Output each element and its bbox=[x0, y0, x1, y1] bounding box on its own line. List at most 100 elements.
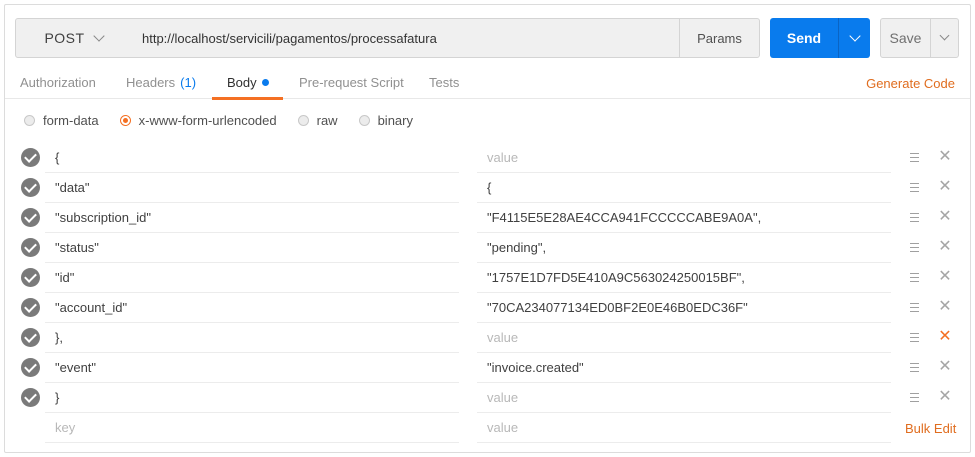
radio-circle-icon bbox=[24, 114, 35, 126]
key-text: "event" bbox=[55, 360, 97, 375]
url-text: http://localhost/servicili/pagamentos/pr… bbox=[142, 30, 437, 46]
key-input[interactable]: "id" bbox=[45, 263, 459, 293]
key-placeholder: key bbox=[55, 420, 76, 435]
value-text: "70CA234077134ED0BF2E0E46B0EDC36F" bbox=[487, 300, 748, 315]
check-circle-icon[interactable] bbox=[21, 388, 40, 407]
value-input[interactable]: "pending", bbox=[477, 233, 891, 263]
drag-handle-icon[interactable] bbox=[910, 273, 919, 282]
radio-form-data[interactable]: form-data bbox=[24, 113, 99, 128]
tab-label: Headers bbox=[126, 75, 176, 90]
key-text: } bbox=[55, 390, 60, 405]
new-key-input[interactable]: key bbox=[45, 413, 459, 443]
close-icon[interactable]: ✕ bbox=[938, 209, 952, 225]
close-icon[interactable]: ✕ bbox=[938, 359, 952, 375]
value-text: { bbox=[487, 180, 492, 195]
key-input[interactable]: "subscription_id" bbox=[45, 203, 459, 233]
table-row: "event" "invoice.created" ✕ bbox=[0, 353, 975, 383]
check-circle-icon[interactable] bbox=[21, 328, 40, 347]
key-input[interactable]: } bbox=[45, 383, 459, 413]
check-circle-icon[interactable] bbox=[21, 208, 40, 227]
value-input[interactable]: "70CA234077134ED0BF2E0E46B0EDC36F" bbox=[477, 293, 891, 323]
table-row: }, value ✕ bbox=[0, 323, 975, 353]
generate-code-link[interactable]: Generate Code bbox=[866, 76, 955, 91]
value-text: "invoice.created" bbox=[487, 360, 584, 375]
chevron-down-icon bbox=[939, 30, 950, 41]
check-circle-icon[interactable] bbox=[21, 178, 40, 197]
method-label: POST bbox=[44, 30, 85, 46]
drag-handle-icon[interactable] bbox=[910, 303, 919, 312]
close-icon[interactable]: ✕ bbox=[938, 389, 952, 405]
table-row: "data" { ✕ bbox=[0, 173, 975, 203]
value-input[interactable]: value bbox=[477, 383, 891, 413]
check-circle-icon[interactable] bbox=[21, 268, 40, 287]
check-circle-icon[interactable] bbox=[21, 238, 40, 257]
key-input[interactable]: "event" bbox=[45, 353, 459, 383]
table-row: "status" "pending", ✕ bbox=[0, 233, 975, 263]
tab-label: Pre-request Script bbox=[299, 75, 404, 90]
params-button[interactable]: Params bbox=[679, 18, 760, 58]
tab-tests[interactable]: Tests bbox=[429, 66, 459, 99]
radio-selected-icon bbox=[119, 114, 131, 126]
new-value-input[interactable]: value bbox=[477, 413, 891, 443]
drag-handle-icon[interactable] bbox=[910, 243, 919, 252]
value-text: "1757E1D7FD5E410A9C563024250015BF", bbox=[487, 270, 745, 285]
drag-handle-icon[interactable] bbox=[910, 363, 919, 372]
table-row: { value ✕ bbox=[0, 143, 975, 173]
value-text: "pending", bbox=[487, 240, 547, 255]
modified-dot-icon bbox=[261, 79, 269, 86]
key-input[interactable]: "account_id" bbox=[45, 293, 459, 323]
key-input[interactable]: "data" bbox=[45, 173, 459, 203]
drag-handle-icon[interactable] bbox=[910, 213, 919, 222]
method-select[interactable]: POST bbox=[15, 18, 132, 58]
url-input[interactable]: http://localhost/servicili/pagamentos/pr… bbox=[131, 18, 680, 58]
check-circle-icon[interactable] bbox=[21, 358, 40, 377]
close-icon[interactable]: ✕ bbox=[938, 149, 952, 165]
value-input[interactable]: "F4115E5E28AE4CCA941FCCCCCABE9A0A", bbox=[477, 203, 891, 233]
chevron-down-icon bbox=[92, 29, 105, 42]
value-input[interactable]: "1757E1D7FD5E410A9C563024250015BF", bbox=[477, 263, 891, 293]
save-dropdown-button[interactable] bbox=[930, 18, 959, 58]
close-icon[interactable]: ✕ bbox=[938, 269, 952, 285]
active-tab-indicator bbox=[212, 97, 283, 100]
close-icon[interactable]: ✕ bbox=[938, 329, 952, 345]
new-row: key value Bulk Edit bbox=[0, 413, 975, 443]
bulk-edit-link[interactable]: Bulk Edit bbox=[905, 413, 956, 443]
value-placeholder: value bbox=[487, 420, 519, 435]
radio-x-www-form-urlencoded[interactable]: x-www-form-urlencoded bbox=[119, 113, 277, 128]
check-circle-icon[interactable] bbox=[21, 298, 40, 317]
tab-label: Body bbox=[227, 75, 257, 90]
request-tabs: Authorization Headers (1) Body Pre-reque… bbox=[5, 66, 970, 99]
close-icon[interactable]: ✕ bbox=[938, 179, 952, 195]
close-icon[interactable]: ✕ bbox=[938, 239, 952, 255]
tab-pre-request-script[interactable]: Pre-request Script bbox=[299, 66, 404, 99]
send-button[interactable]: Send bbox=[770, 18, 838, 58]
save-button[interactable]: Save bbox=[880, 18, 931, 58]
value-placeholder: value bbox=[487, 150, 519, 165]
tab-authorization[interactable]: Authorization bbox=[20, 66, 96, 99]
value-input[interactable]: { bbox=[477, 173, 891, 203]
value-input[interactable]: value bbox=[477, 143, 891, 173]
close-icon[interactable]: ✕ bbox=[938, 299, 952, 315]
table-row: } value ✕ bbox=[0, 383, 975, 413]
radio-label: form-data bbox=[43, 112, 99, 128]
drag-handle-icon[interactable] bbox=[910, 153, 919, 162]
drag-handle-icon[interactable] bbox=[910, 393, 919, 402]
tab-body[interactable]: Body bbox=[227, 66, 269, 99]
radio-raw[interactable]: raw bbox=[297, 113, 338, 128]
tab-headers[interactable]: Headers (1) bbox=[126, 66, 196, 99]
send-dropdown-button[interactable] bbox=[838, 18, 870, 58]
tab-label: Authorization bbox=[20, 75, 96, 90]
key-value-table: { value ✕ "data" { ✕ "subscription_id" "… bbox=[0, 143, 975, 443]
key-text: }, bbox=[55, 330, 63, 345]
drag-handle-icon[interactable] bbox=[910, 183, 919, 192]
radio-circle-icon bbox=[358, 114, 370, 126]
value-input[interactable]: "invoice.created" bbox=[477, 353, 891, 383]
value-input[interactable]: value bbox=[477, 323, 891, 353]
drag-handle-icon[interactable] bbox=[910, 333, 919, 342]
check-circle-icon[interactable] bbox=[21, 148, 40, 167]
key-input[interactable]: }, bbox=[45, 323, 459, 353]
radio-binary[interactable]: binary bbox=[358, 113, 413, 128]
key-input[interactable]: "status" bbox=[45, 233, 459, 263]
key-input[interactable]: { bbox=[45, 143, 459, 173]
key-text: "data" bbox=[55, 180, 90, 195]
